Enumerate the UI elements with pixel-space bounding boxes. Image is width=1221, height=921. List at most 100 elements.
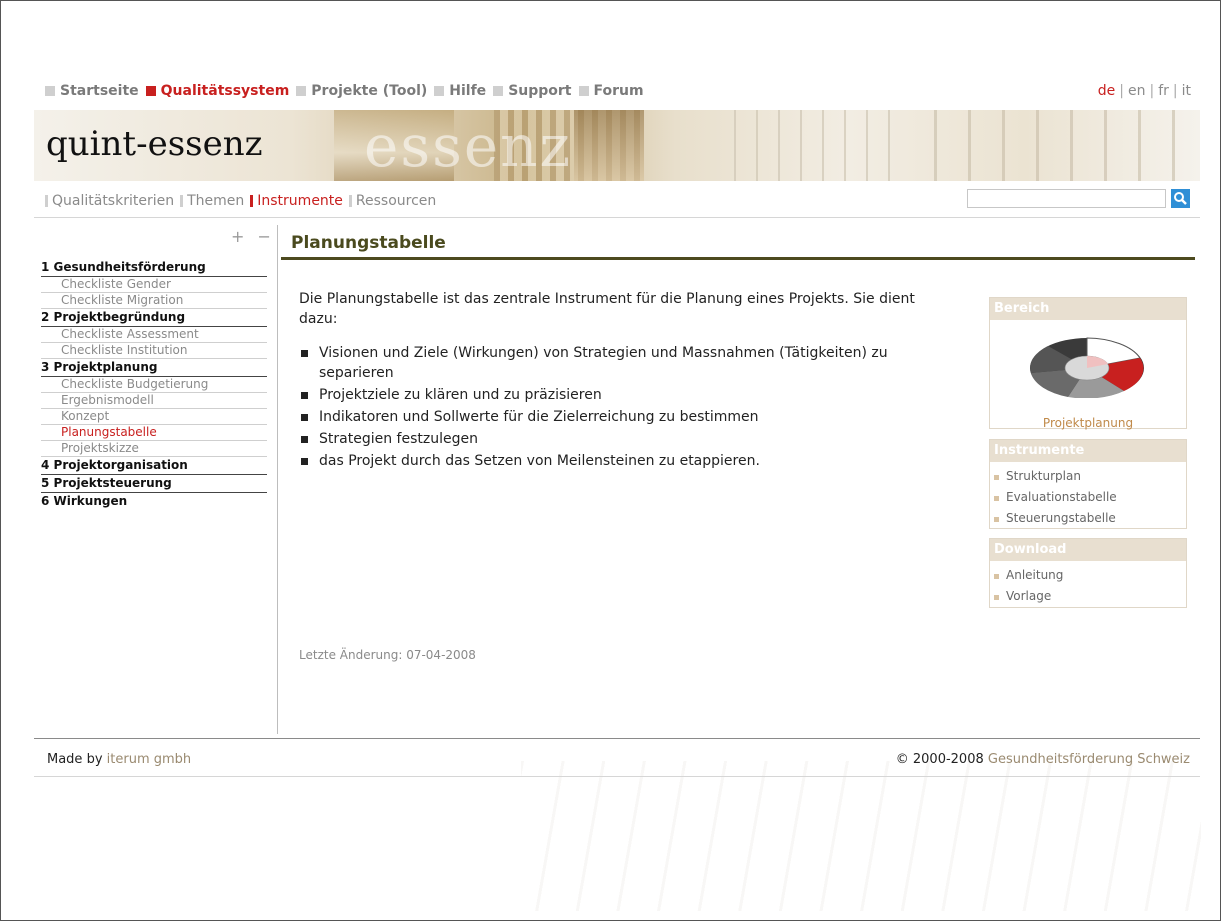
top-nav-hilfe[interactable]: Hilfe: [434, 83, 486, 99]
sub-nav-label: Qualitätskriterien: [52, 193, 175, 209]
list-item: Indikatoren und Sollwerte für die Zieler…: [299, 407, 939, 427]
search-icon: [1174, 192, 1187, 205]
sidebar-section-gesundheitsfoerderung[interactable]: 1 Gesundheitsförderung: [41, 259, 267, 277]
download-link-vorlage[interactable]: Vorlage: [990, 586, 1186, 607]
sub-nav-label: Instrumente: [257, 193, 343, 209]
top-nav-forum[interactable]: Forum: [578, 83, 644, 99]
sidebar-item-ergebnismodell[interactable]: Ergebnismodell: [41, 393, 267, 409]
download-link-anleitung[interactable]: Anleitung: [990, 565, 1186, 586]
footer-copyright: © 2000-2008 Gesundheitsförderung Schweiz: [896, 752, 1190, 767]
sidebar-section-projektorganisation[interactable]: 4 Projektorganisation: [41, 457, 267, 475]
made-by-link[interactable]: iterum gmbh: [107, 752, 192, 767]
footer-rule: [34, 738, 1200, 739]
bereich-caption[interactable]: Projektplanung: [990, 416, 1186, 430]
footer-bottom-rule: [34, 776, 1200, 777]
sidebar-item-planungstabelle[interactable]: Planungstabelle: [41, 425, 267, 441]
nav-square-icon: [578, 86, 589, 96]
purpose-list: Visionen und Ziele (Wirkungen) von Strat…: [299, 343, 939, 471]
nav-bar-icon: [180, 195, 184, 207]
last-change: Letzte Änderung: 07-04-2008: [299, 648, 476, 662]
copyright-link[interactable]: Gesundheitsförderung Schweiz: [988, 752, 1190, 767]
top-nav-label: Projekte (Tool): [311, 83, 428, 99]
instrument-link-evaluationstabelle[interactable]: Evaluationstabelle: [990, 487, 1186, 508]
top-nav-support[interactable]: Support: [493, 83, 572, 99]
nav-bar-icon: [348, 195, 352, 207]
intro-paragraph: Die Planungstabelle ist das zentrale Ins…: [299, 291, 915, 327]
sub-nav-instrumente[interactable]: Instrumente: [250, 193, 343, 209]
copyright-label: © 2000-2008: [895, 752, 984, 767]
nav-square-icon: [145, 86, 156, 96]
nav-bar-icon: [250, 195, 254, 207]
sub-nav-qualitaetskriterien[interactable]: Qualitätskriterien: [45, 193, 174, 209]
sidebar-item-checkliste-gender[interactable]: Checkliste Gender: [41, 277, 267, 293]
nav-square-icon: [434, 86, 445, 96]
sidebar-item-checkliste-assessment[interactable]: Checkliste Assessment: [41, 327, 267, 343]
header-banner: essenz quint-essenz: [34, 110, 1200, 181]
instrumente-header: Instrumente: [990, 440, 1186, 462]
lang-de[interactable]: de: [1098, 83, 1116, 99]
top-nav-startseite[interactable]: Startseite: [45, 83, 139, 99]
search-button[interactable]: [1171, 189, 1190, 208]
top-navigation: Startseite Qualitätssystem Projekte (Too…: [45, 83, 1197, 101]
instrument-link-strukturplan[interactable]: Strukturplan: [990, 466, 1186, 487]
lang-fr[interactable]: fr: [1158, 83, 1169, 99]
nav-square-icon: [493, 86, 504, 96]
banner-ghost-text: essenz: [364, 112, 573, 180]
sidebar-tree: 1 Gesundheitsförderung Checkliste Gender…: [41, 259, 267, 510]
bereich-header: Bereich: [990, 298, 1186, 320]
instrumente-box: Instrumente Strukturplan Evaluationstabe…: [989, 439, 1187, 529]
list-item: Projektziele zu klären und zu präzisiere…: [299, 385, 939, 405]
top-nav-label: Qualitätssystem: [160, 83, 290, 99]
sidebar-item-checkliste-institution[interactable]: Checkliste Institution: [41, 343, 267, 359]
sub-nav-label: Themen: [187, 193, 245, 209]
main-content: Die Planungstabelle ist das zentrale Ins…: [299, 289, 939, 473]
download-list: Anleitung Vorlage: [990, 561, 1186, 609]
sidebar-section-projektbegruendung[interactable]: 2 Projektbegründung: [41, 309, 267, 327]
sidebar-item-checkliste-migration[interactable]: Checkliste Migration: [41, 293, 267, 309]
top-nav-label: Startseite: [60, 83, 139, 99]
made-by-label: Made by: [47, 752, 103, 767]
download-box: Download Anleitung Vorlage: [989, 538, 1187, 608]
title-rule: [281, 257, 1195, 260]
sidebar-divider: [277, 225, 278, 734]
sidebar-section-projektplanung[interactable]: 3 Projektplanung: [41, 359, 267, 377]
nav-square-icon: [296, 86, 307, 96]
nav-square-icon: [45, 86, 55, 96]
sub-navigation: Qualitätskriterien Themen Instrumente Re…: [45, 193, 442, 209]
instrumente-list: Strukturplan Evaluationstabelle Steuerun…: [990, 462, 1186, 531]
instrument-link-steuerungstabelle[interactable]: Steuerungstabelle: [990, 508, 1186, 529]
background-watermark: [521, 761, 1201, 911]
top-nav-label: Hilfe: [449, 83, 487, 99]
header-divider: [34, 217, 1200, 218]
sub-nav-label: Ressourcen: [355, 193, 437, 209]
sidebar-section-projektsteuerung[interactable]: 5 Projektsteuerung: [41, 475, 267, 493]
lang-it[interactable]: it: [1182, 83, 1191, 99]
top-nav-label: Support: [508, 83, 572, 99]
top-nav-label: Forum: [593, 83, 644, 99]
search-input[interactable]: [967, 189, 1166, 208]
page-frame: Startseite Qualitätssystem Projekte (Too…: [0, 0, 1221, 921]
banner-texture: [934, 110, 1194, 181]
lang-en[interactable]: en: [1128, 83, 1146, 99]
download-header: Download: [990, 539, 1186, 561]
sidebar-item-checkliste-budgetierung[interactable]: Checkliste Budgetierung: [41, 377, 267, 393]
expand-collapse-controls[interactable]: + −: [231, 227, 275, 246]
sub-nav-ressourcen[interactable]: Ressourcen: [348, 193, 437, 209]
nav-bar-icon: [45, 195, 48, 207]
site-logo[interactable]: quint-essenz: [46, 124, 263, 164]
banner-texture: [574, 110, 644, 181]
sub-nav-themen[interactable]: Themen: [180, 193, 244, 209]
top-nav-qualitaetssystem[interactable]: Qualitätssystem: [145, 83, 290, 99]
sidebar-section-wirkungen[interactable]: 6 Wirkungen: [41, 493, 267, 510]
list-item: das Projekt durch das Setzen von Meilens…: [299, 451, 939, 471]
sidebar-item-projektskizze[interactable]: Projektskizze: [41, 441, 267, 457]
sidebar-item-konzept[interactable]: Konzept: [41, 409, 267, 425]
list-item: Visionen und Ziele (Wirkungen) von Strat…: [299, 343, 939, 383]
top-nav-items: Startseite Qualitätssystem Projekte (Too…: [45, 83, 651, 99]
project-area-pie-icon[interactable]: [1028, 328, 1146, 398]
page-title: Planungstabelle: [291, 233, 446, 253]
bereich-box: Bereich Projektplanung: [989, 297, 1187, 430]
top-nav-projekte[interactable]: Projekte (Tool): [296, 83, 427, 99]
banner-texture: [734, 110, 894, 181]
language-switcher: de | en | fr | it: [1097, 83, 1191, 99]
